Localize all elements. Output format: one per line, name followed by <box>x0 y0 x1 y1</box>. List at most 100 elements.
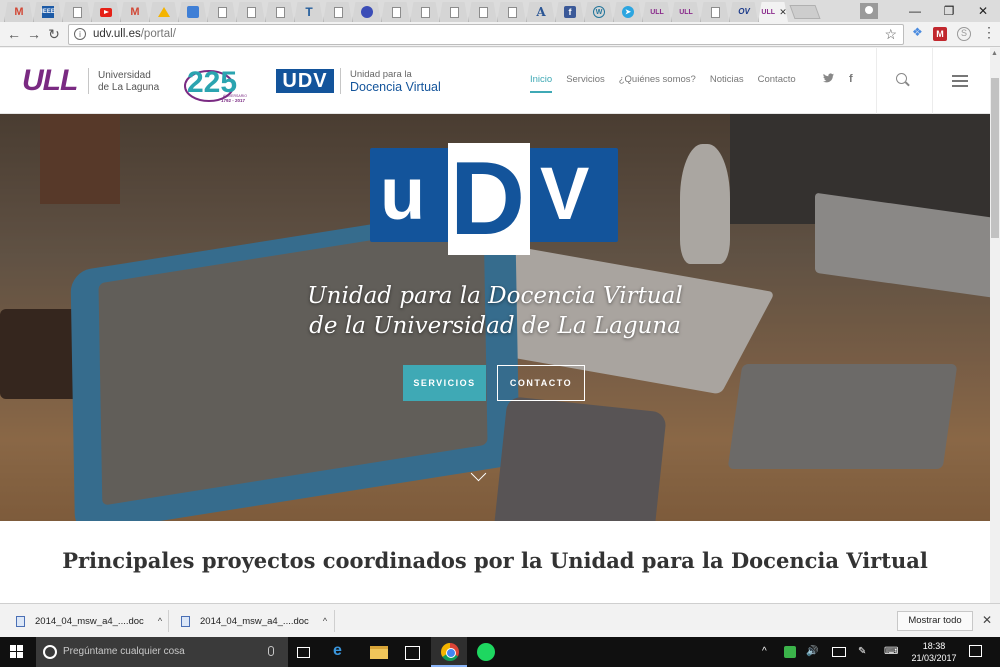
skype-extension-icon[interactable]: S <box>957 27 971 41</box>
contact-button[interactable]: CONTACTO <box>497 365 585 401</box>
bookmark-star-icon[interactable]: ☆ <box>884 26 897 43</box>
browser-tab[interactable] <box>236 2 265 22</box>
ull-logo[interactable]: ULL <box>22 64 78 98</box>
browser-tab[interactable]: ➤ <box>613 2 642 22</box>
hamburger-menu-icon[interactable] <box>952 75 968 90</box>
battery-icon[interactable] <box>832 647 846 657</box>
microphone-icon[interactable] <box>268 646 274 656</box>
twitter-icon[interactable] <box>823 73 834 86</box>
menu-item[interactable]: Inicio <box>530 74 553 93</box>
address-bar[interactable]: i udv.ull.es/portal/ ☆ <box>68 24 904 45</box>
back-button[interactable]: ← <box>6 26 22 42</box>
udv-name-line2: Docencia Virtual <box>350 80 441 94</box>
cortana-search-box[interactable]: Pregúntame cualquier cosa <box>36 637 288 667</box>
close-tab-icon[interactable]: ✕ <box>779 7 787 18</box>
browser-tab[interactable]: ULL <box>671 2 700 22</box>
chrome-icon[interactable] <box>441 643 459 661</box>
profile-icon[interactable] <box>860 3 878 19</box>
hero-logo-u: u <box>380 152 426 235</box>
browser-tab[interactable]: OV <box>729 2 758 22</box>
browser-tab[interactable] <box>700 2 729 22</box>
services-button[interactable]: SERVICIOS <box>403 365 486 401</box>
gmail-icon: M <box>130 5 140 18</box>
document-icon <box>478 6 488 18</box>
cortana-search-placeholder: Pregúntame cualquier cosa <box>63 646 185 657</box>
url-text[interactable]: udv.ull.es/portal/ <box>93 28 176 40</box>
file-explorer-icon[interactable] <box>370 646 388 659</box>
menu-item[interactable]: Noticias <box>710 74 744 85</box>
browser-tab[interactable]: IEEE <box>33 2 62 22</box>
browser-tab[interactable]: W <box>584 2 613 22</box>
download-options-chevron-icon[interactable]: ^ <box>323 616 327 626</box>
calendar-icon <box>187 6 199 18</box>
new-tab-button[interactable] <box>789 5 821 19</box>
download-item[interactable]: 2014_04_msw_a4_....doc ^ <box>181 609 327 633</box>
scroll-up-arrow-icon[interactable]: ▲ <box>991 50 998 57</box>
typekit-icon: T <box>305 5 313 19</box>
document-icon <box>275 6 285 18</box>
browser-tab[interactable] <box>62 2 91 22</box>
dropbox-extension-icon[interactable]: ❖ <box>912 25 926 39</box>
browser-tab[interactable] <box>91 2 120 22</box>
pen-icon[interactable]: ✎ <box>858 646 866 657</box>
browser-tab-active[interactable]: ULL ✕ <box>758 2 788 22</box>
hero-section: u D V Unidad para la Docencia Virtual de… <box>0 114 990 521</box>
page-scrollbar[interactable]: ▲ <box>990 48 1000 603</box>
browser-tab[interactable] <box>207 2 236 22</box>
browser-tab[interactable] <box>468 2 497 22</box>
spotify-icon[interactable] <box>477 643 495 661</box>
browser-tab[interactable]: M <box>4 2 33 22</box>
restore-button[interactable]: ❐ <box>932 4 966 18</box>
forward-button[interactable]: → <box>26 26 42 42</box>
close-window-button[interactable]: ✕ <box>966 4 1000 18</box>
download-options-chevron-icon[interactable]: ^ <box>158 616 162 626</box>
menu-item[interactable]: Servicios <box>566 74 605 85</box>
search-icon[interactable] <box>896 73 907 84</box>
ull-name: Universidad de La Laguna <box>98 70 159 94</box>
browser-tab[interactable] <box>178 2 207 22</box>
header-divider <box>876 48 877 114</box>
keyboard-icon[interactable]: ⌨ <box>884 646 898 657</box>
edge-icon[interactable]: e <box>333 642 351 660</box>
minimize-button[interactable]: — <box>898 4 932 18</box>
browser-tab[interactable] <box>410 2 439 22</box>
taskbar-clock[interactable]: 18:38 21/03/2017 <box>909 640 959 664</box>
volume-icon[interactable]: 🔊 <box>806 646 818 657</box>
browser-tab[interactable]: M <box>120 2 149 22</box>
site-info-icon[interactable]: i <box>74 28 86 40</box>
chrome-menu-icon[interactable]: ⋮ <box>982 24 996 40</box>
udv-logo[interactable]: UDV <box>276 69 334 93</box>
scroll-thumb[interactable] <box>991 78 999 238</box>
download-shelf: 2014_04_msw_a4_....doc ^ 2014_04_msw_a4_… <box>0 603 1000 637</box>
browser-tab[interactable] <box>323 2 352 22</box>
anniversary-logo: 225 ANIVERSARIO 1792 - 2017 <box>184 66 247 103</box>
browser-tab[interactable] <box>497 2 526 22</box>
browser-tab[interactable]: f <box>555 2 584 22</box>
browser-tab[interactable]: ULL <box>642 2 671 22</box>
action-center-icon[interactable] <box>969 645 982 657</box>
close-shelf-icon[interactable]: ✕ <box>982 613 992 627</box>
menu-item[interactable]: Contacto <box>758 74 796 85</box>
store-icon[interactable] <box>405 646 420 660</box>
document-icon <box>72 6 82 18</box>
browser-tab[interactable] <box>352 2 381 22</box>
tray-overflow-chevron-icon[interactable]: ^ <box>762 646 767 657</box>
tab-list: M IEEE M T Af W ➤ ULL ULL OV ULL ✕ <box>4 2 821 22</box>
download-divider <box>168 610 169 632</box>
browser-tab[interactable] <box>439 2 468 22</box>
menu-item[interactable]: ¿Quiénes somos? <box>619 74 696 85</box>
tray-app-icon[interactable] <box>784 646 796 658</box>
show-all-downloads-button[interactable]: Mostrar todo <box>897 611 973 631</box>
reload-button[interactable]: ↻ <box>46 26 62 43</box>
browser-tab[interactable] <box>149 2 178 22</box>
browser-tab[interactable]: A <box>526 2 555 22</box>
task-view-icon[interactable] <box>297 647 310 658</box>
browser-tab[interactable] <box>381 2 410 22</box>
hero-logo-d-block: D <box>448 143 530 255</box>
mendeley-extension-icon[interactable]: M <box>933 27 947 41</box>
download-item[interactable]: 2014_04_msw_a4_....doc ^ <box>16 609 162 633</box>
facebook-icon[interactable]: f <box>849 73 853 85</box>
browser-tab[interactable] <box>265 2 294 22</box>
windows-start-icon[interactable] <box>10 645 24 659</box>
browser-tab[interactable]: T <box>294 2 323 22</box>
